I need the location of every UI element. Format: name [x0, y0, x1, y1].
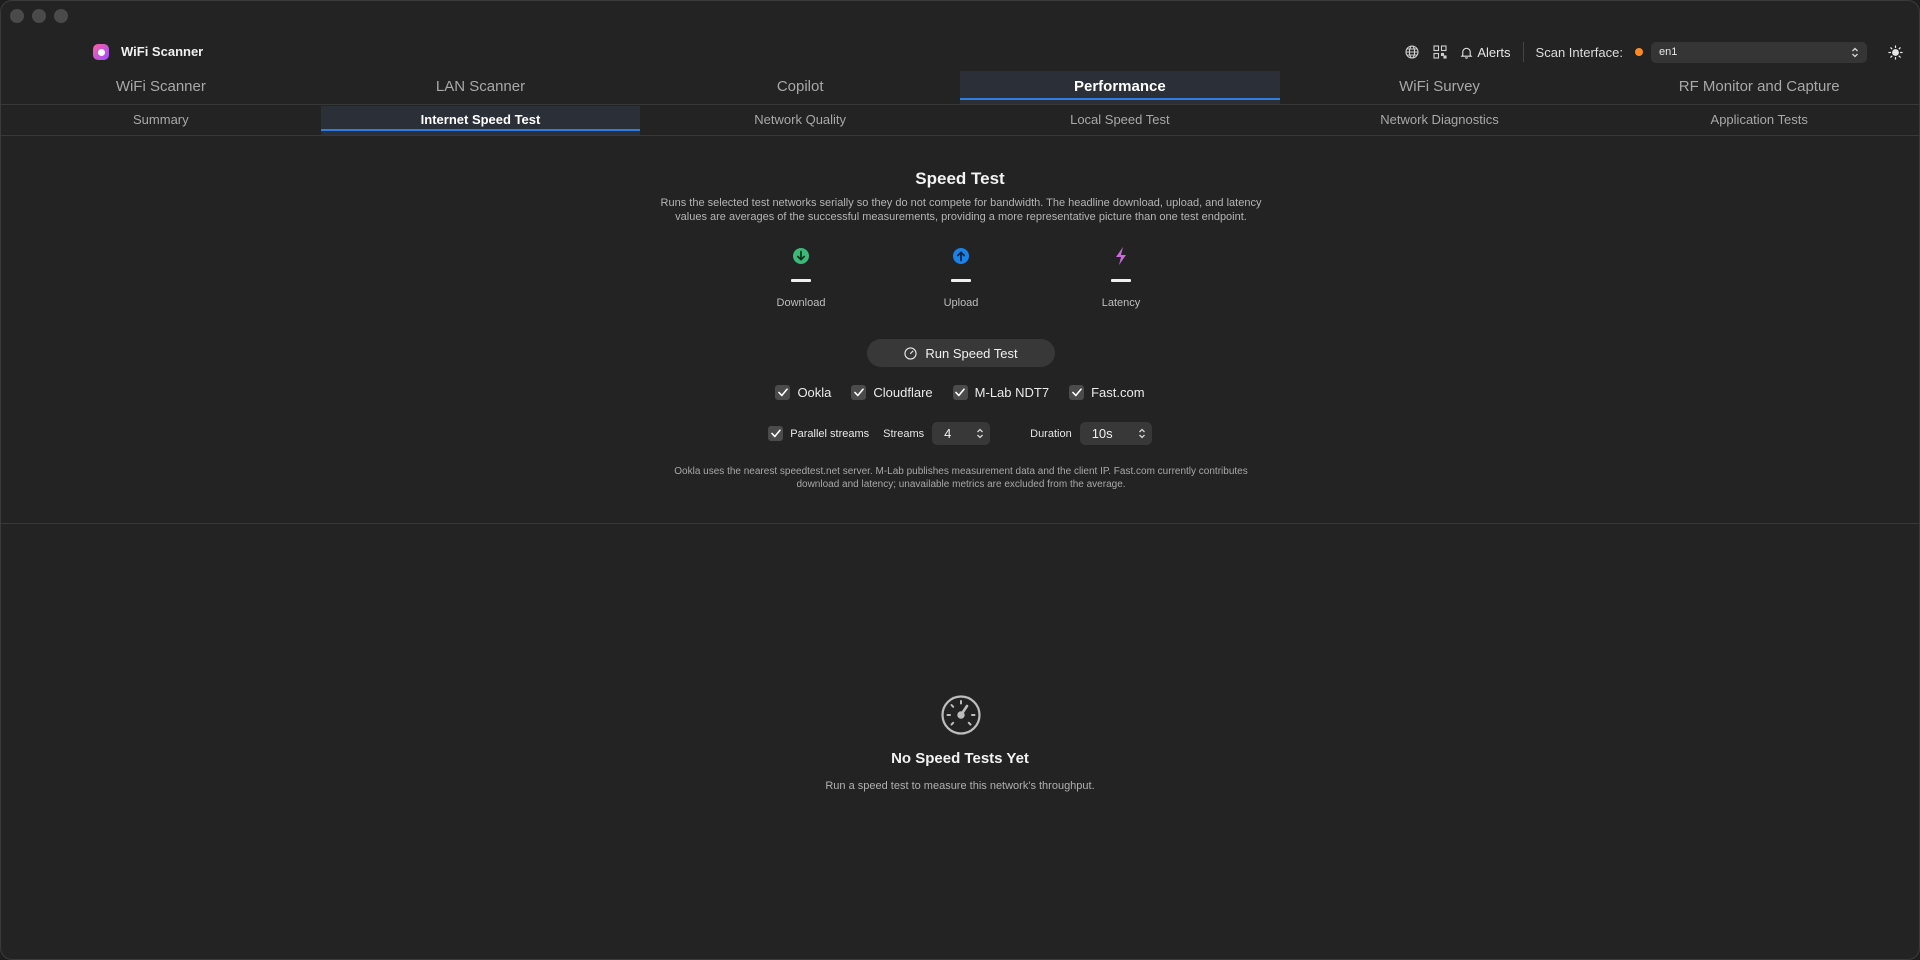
- provider-label: Cloudflare: [873, 385, 933, 400]
- duration-value: 10s: [1091, 426, 1113, 441]
- app-header: WiFi Scanner Alerts Scan Interface: en1: [1, 37, 1919, 67]
- arrow-up-circle-icon: [952, 247, 970, 265]
- provider-note-line: Ookla uses the nearest speedtest.net ser…: [674, 466, 1248, 477]
- upload-label: Upload: [943, 297, 979, 309]
- upload-metric: Upload: [901, 247, 1021, 309]
- bell-icon: [1460, 47, 1473, 59]
- checkmark-icon: [952, 385, 968, 400]
- app-title: WiFi Scanner: [121, 44, 204, 59]
- subtab-local-speed-test[interactable]: Local Speed Test: [960, 106, 1280, 135]
- duration-label: Duration: [1030, 427, 1072, 440]
- provider-ookla-checkbox[interactable]: Ookla: [775, 385, 831, 400]
- bolt-icon: [1112, 247, 1130, 265]
- chevron-updown-icon: [1852, 47, 1858, 57]
- chevron-updown-icon: [1138, 428, 1145, 439]
- sub-tab-bar: Summary Internet Speed Test Network Qual…: [1, 106, 1919, 136]
- download-metric: Download: [741, 247, 861, 309]
- tab-wifi-scanner[interactable]: WiFi Scanner: [1, 71, 321, 104]
- speed-test-options: Parallel streams Streams 4 Duration 10s: [1, 422, 1919, 445]
- alerts-button[interactable]: Alerts: [1460, 44, 1511, 60]
- zoom-window-button[interactable]: [54, 9, 68, 23]
- tab-rf-monitor[interactable]: RF Monitor and Capture: [1599, 71, 1919, 104]
- speedometer-icon: [940, 694, 982, 736]
- interface-status-dot: [1635, 48, 1643, 56]
- upload-value: [951, 279, 971, 282]
- checkmark-icon: [851, 385, 867, 400]
- speed-test-title: Speed Test: [915, 169, 1005, 188]
- tab-wifi-survey[interactable]: WiFi Survey: [1280, 71, 1600, 104]
- window-controls: [10, 9, 68, 23]
- download-label: Download: [776, 297, 826, 309]
- provider-cloudflare-checkbox[interactable]: Cloudflare: [851, 385, 933, 400]
- minimize-window-button[interactable]: [32, 9, 46, 23]
- subtab-internet-speed-test[interactable]: Internet Speed Test: [320, 106, 641, 135]
- parallel-streams-label: Parallel streams: [790, 427, 870, 440]
- provider-label: Fast.com: [1091, 385, 1145, 400]
- run-speed-test-label: Run Speed Test: [925, 345, 1018, 361]
- run-speed-test-button[interactable]: Run Speed Test: [867, 339, 1055, 367]
- duration-stepper[interactable]: 10s: [1079, 422, 1152, 445]
- scan-interface-value: en1: [1659, 46, 1678, 58]
- streams-stepper[interactable]: 4: [932, 422, 991, 445]
- speed-test-description: Runs the selected test networks serially…: [621, 196, 1301, 224]
- header-toolbar: Alerts Scan Interface: en1: [1394, 40, 1905, 64]
- scan-interface-label: Scan Interface:: [1535, 44, 1623, 60]
- speed-test-description-line: values are averages of the successful me…: [675, 211, 1247, 223]
- provider-note-line: download and latency; unavailable metric…: [796, 479, 1126, 490]
- empty-state-subtitle: Run a speed test to measure this network…: [825, 780, 1095, 792]
- speed-test-description-line: Runs the selected test networks serially…: [660, 197, 1262, 209]
- parallel-streams-checkbox[interactable]: Parallel streams: [768, 426, 869, 441]
- gauge-icon: [904, 346, 917, 360]
- subtab-network-diagnostics[interactable]: Network Diagnostics: [1280, 106, 1600, 135]
- empty-state-title: No Speed Tests Yet: [891, 750, 1029, 767]
- provider-label: Ookla: [797, 385, 832, 400]
- scan-interface-select[interactable]: en1: [1651, 41, 1867, 63]
- checkmark-icon: [1069, 385, 1085, 400]
- latency-value: [1111, 279, 1131, 282]
- app-window: WiFi Scanner Alerts Scan Interface: en1 …: [0, 0, 1920, 960]
- sun-icon[interactable]: [1885, 42, 1905, 62]
- app-logo-icon: [93, 44, 109, 60]
- alerts-label: Alerts: [1477, 44, 1511, 60]
- streams-label: Streams: [883, 427, 925, 440]
- speed-test-panel: Speed Test Runs the selected test networ…: [1, 137, 1919, 524]
- provider-checkboxes: Ookla Cloudflare M-Lab NDT7 Fast.com: [1, 385, 1919, 400]
- provider-label: M-Lab NDT7: [974, 385, 1050, 400]
- globe-icon[interactable]: [1402, 42, 1422, 62]
- latency-label: Latency: [1101, 297, 1141, 309]
- arrow-down-circle-icon: [792, 247, 810, 265]
- subtab-summary[interactable]: Summary: [1, 106, 321, 135]
- provider-note: Ookla uses the nearest speedtest.net ser…: [621, 465, 1301, 491]
- tab-copilot[interactable]: Copilot: [640, 71, 960, 104]
- provider-fastcom-checkbox[interactable]: Fast.com: [1069, 385, 1145, 400]
- subtab-application-tests[interactable]: Application Tests: [1599, 106, 1919, 135]
- checkmark-icon: [775, 385, 791, 400]
- tab-lan-scanner[interactable]: LAN Scanner: [321, 71, 641, 104]
- provider-mlab-checkbox[interactable]: M-Lab NDT7: [952, 385, 1050, 400]
- empty-state: No Speed Tests Yet Run a speed test to m…: [1, 524, 1919, 959]
- header-divider: [1522, 42, 1524, 62]
- subtab-network-quality[interactable]: Network Quality: [640, 106, 960, 135]
- download-value: [791, 279, 811, 282]
- qr-code-icon[interactable]: [1430, 42, 1450, 62]
- latency-metric: Latency: [1061, 247, 1181, 309]
- main-tab-bar: WiFi Scanner LAN Scanner Copilot Perform…: [1, 71, 1919, 105]
- checkmark-icon: [768, 426, 784, 441]
- streams-value: 4: [944, 426, 952, 441]
- tab-performance[interactable]: Performance: [960, 71, 1280, 104]
- close-window-button[interactable]: [10, 9, 24, 23]
- chevron-updown-icon: [977, 428, 984, 439]
